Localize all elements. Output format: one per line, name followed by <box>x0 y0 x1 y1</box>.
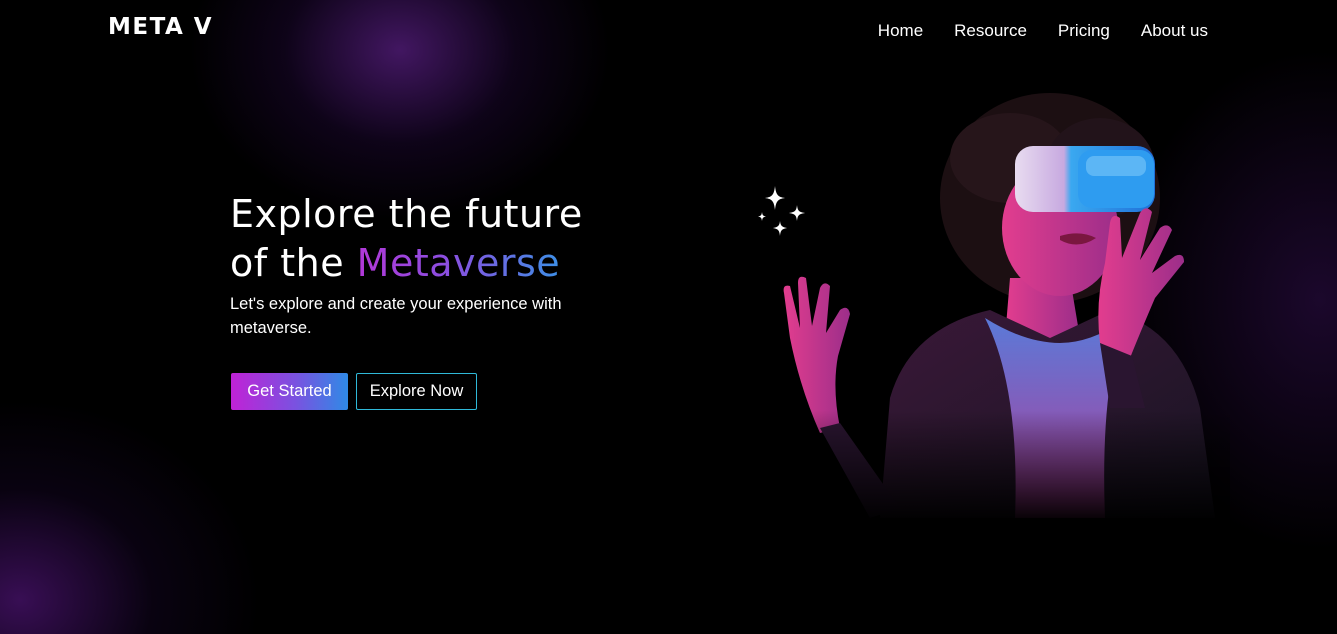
landing-page: META V Home Resource Pricing About us Ex… <box>0 0 1337 634</box>
nav-item-resource[interactable]: Resource <box>954 21 1027 41</box>
nav-item-home[interactable]: Home <box>878 21 923 41</box>
nav-item-pricing[interactable]: Pricing <box>1058 21 1110 41</box>
get-started-button[interactable]: Get Started <box>231 373 348 410</box>
hero-title: Explore the future of the Metaverse <box>230 190 583 288</box>
explore-now-button[interactable]: Explore Now <box>356 373 477 410</box>
nav-item-about-us[interactable]: About us <box>1141 21 1208 41</box>
main-nav: Home Resource Pricing About us <box>878 21 1208 41</box>
logo[interactable]: META V <box>108 14 213 40</box>
hero-title-line1: Explore the future <box>230 192 583 236</box>
hero-title-accent: Metaverse <box>356 241 561 285</box>
hero-subtitle: Let's explore and create your experience… <box>230 295 562 337</box>
hero-title-line2-prefix: of the <box>230 241 357 285</box>
vr-headset-person-image <box>760 88 1230 518</box>
